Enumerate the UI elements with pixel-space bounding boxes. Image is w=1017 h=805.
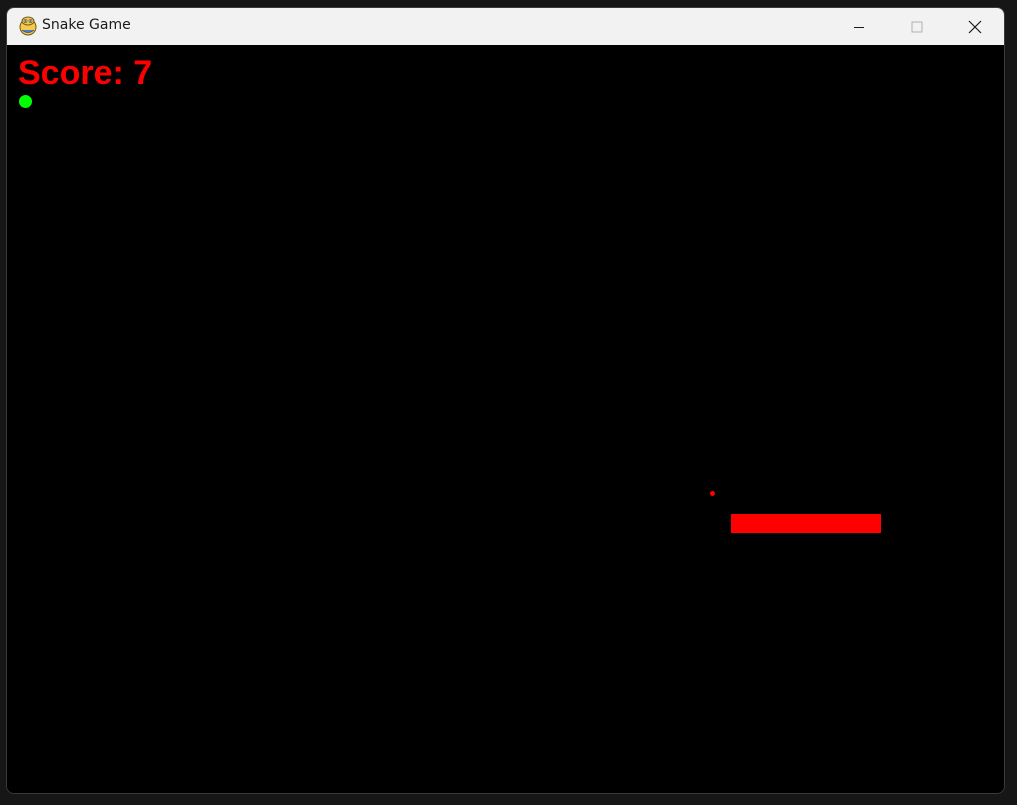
title-bar[interactable]: Snake Game (7, 8, 1004, 45)
snake-body (7, 45, 1004, 793)
game-canvas[interactable]: Score: 7 (7, 45, 1004, 793)
pygame-snake-icon (17, 15, 39, 37)
close-button[interactable] (946, 8, 1004, 45)
snake-segment (821, 514, 851, 533)
snake-segment (791, 514, 821, 533)
maximize-button[interactable] (888, 8, 946, 45)
game-window: Snake Game Score: 7 (6, 7, 1005, 794)
close-icon (968, 20, 982, 33)
snake-head (731, 514, 761, 533)
maximize-icon (911, 21, 923, 32)
minimize-icon (854, 26, 864, 28)
minimize-button[interactable] (830, 8, 888, 45)
snake-segment (851, 514, 881, 533)
snake-segment (761, 514, 791, 533)
window-title: Snake Game (42, 17, 131, 33)
